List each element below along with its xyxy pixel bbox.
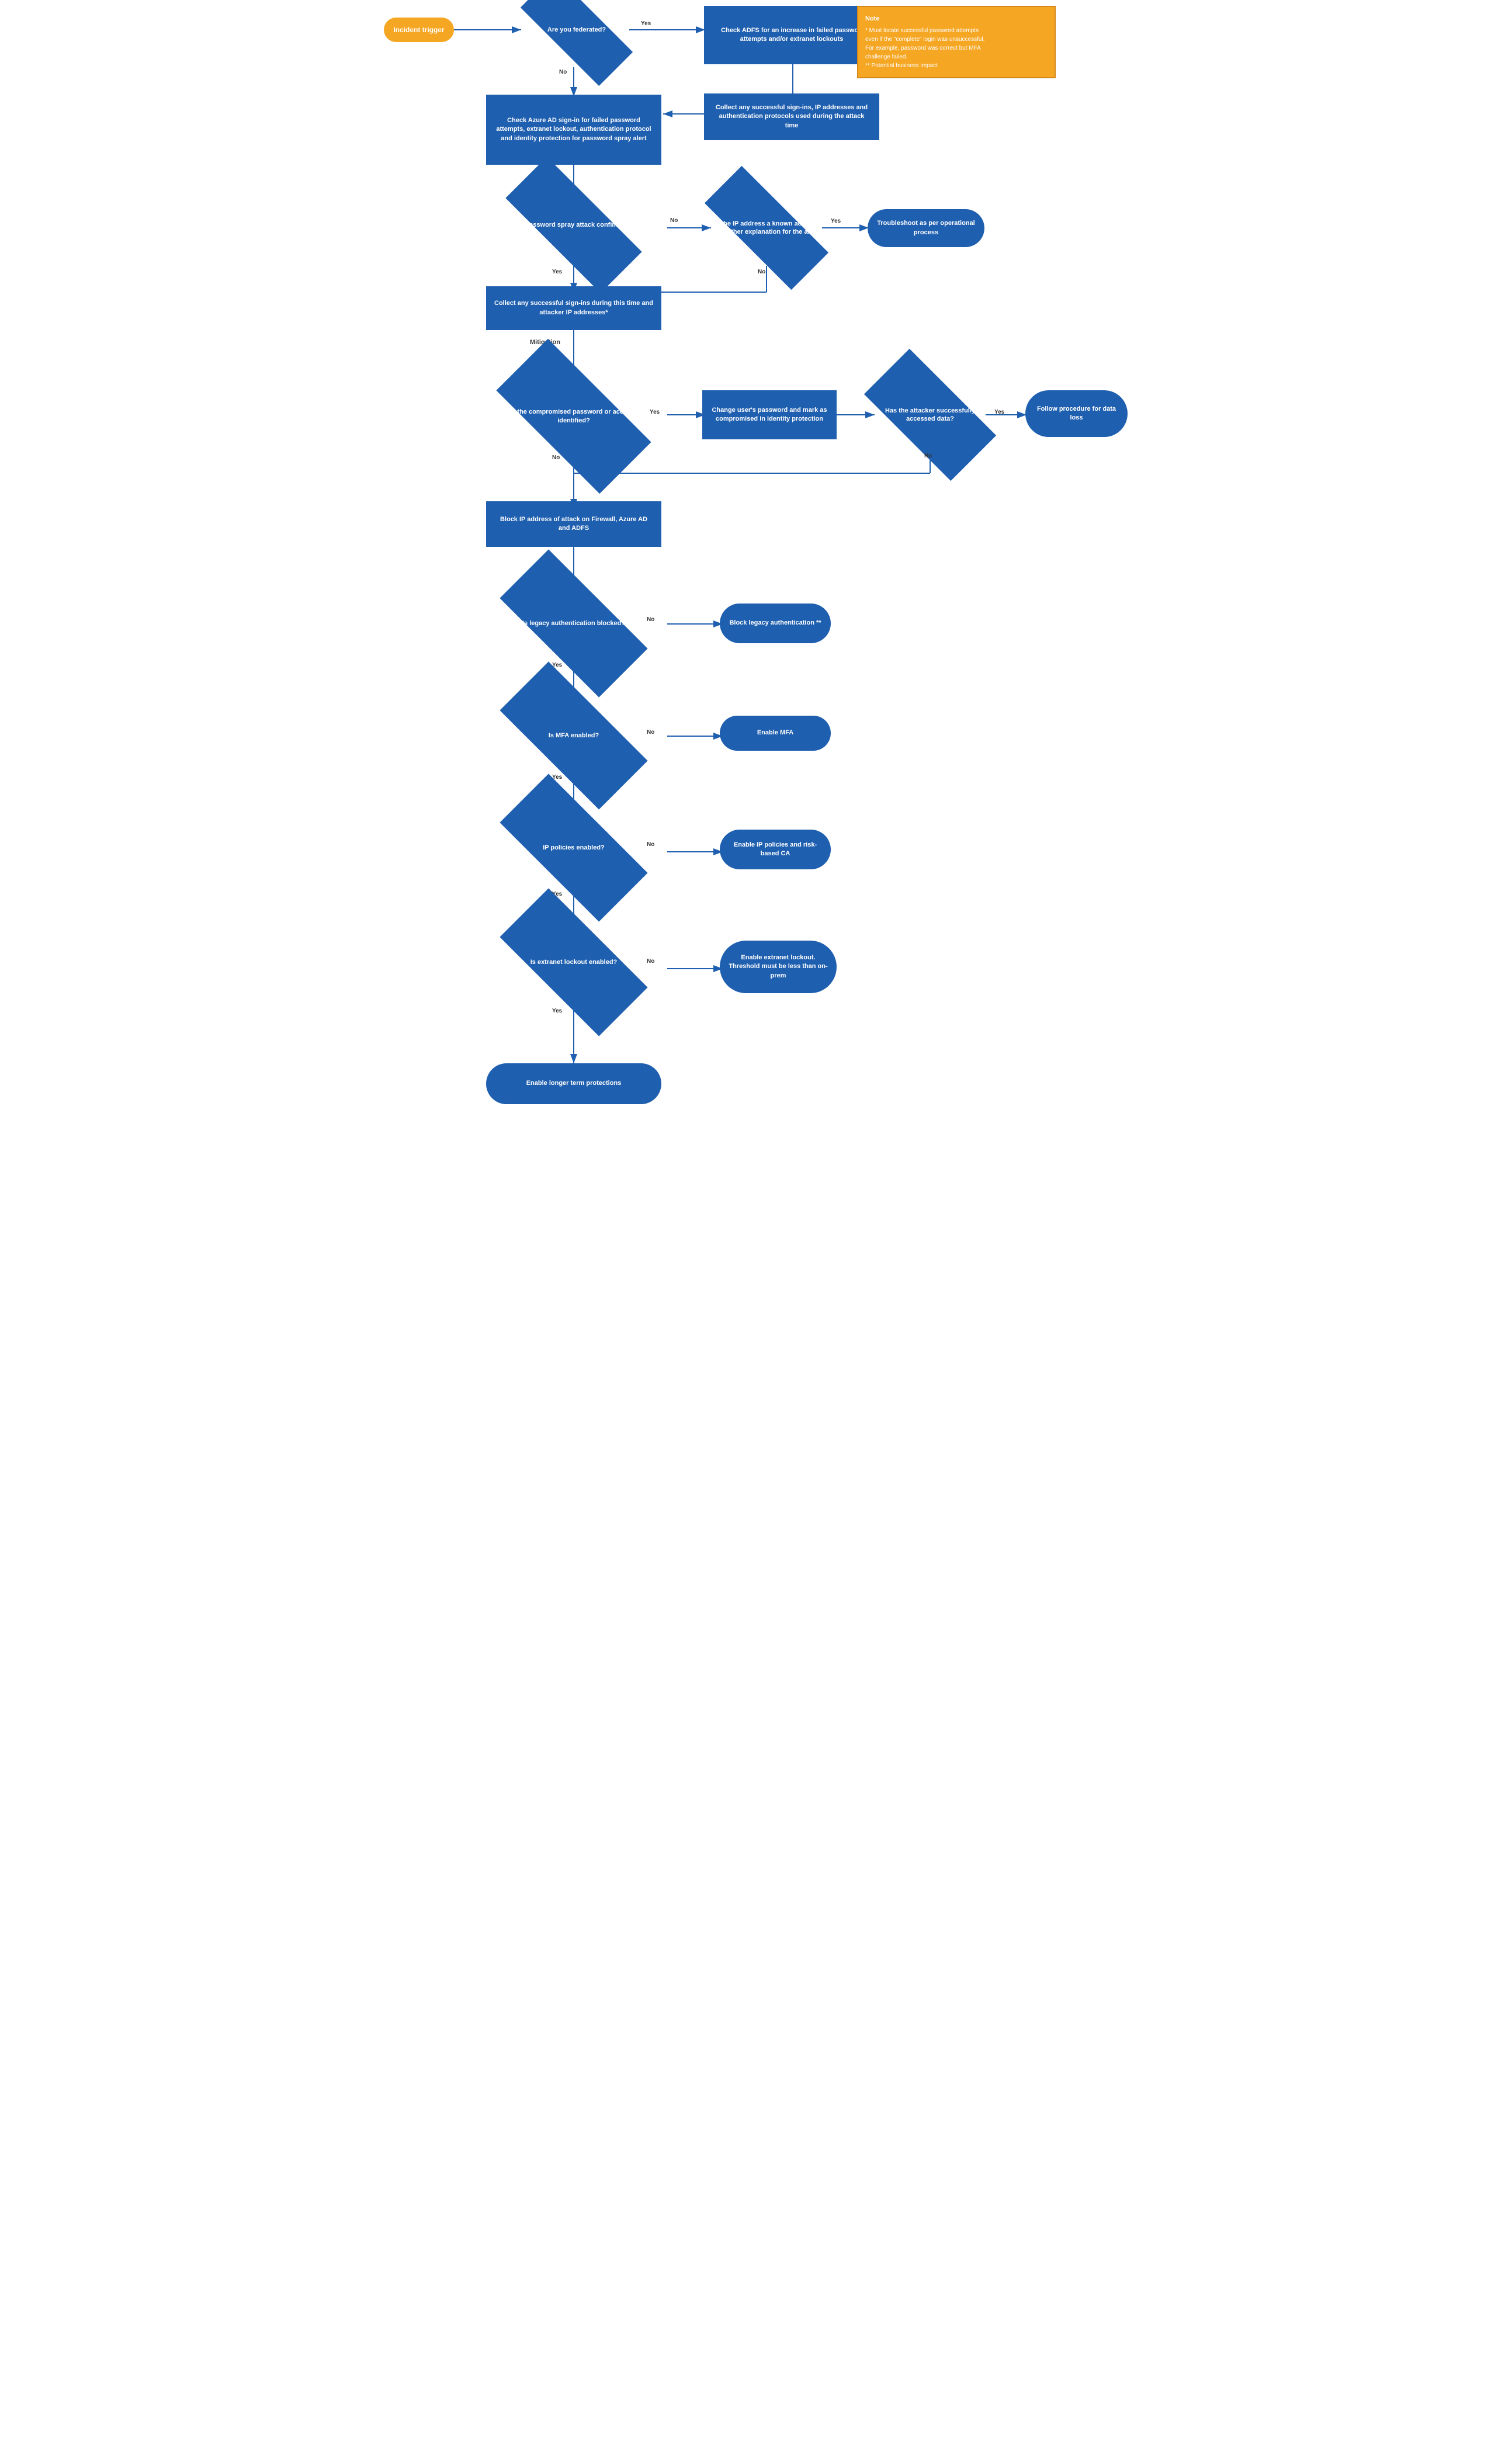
collect-attacker-label: Collect any successful sign-ins during t… [494, 299, 653, 317]
no-label-compromised: No [552, 455, 560, 461]
follow-procedure-oval: Follow procedure for data loss [1025, 390, 1128, 437]
mfa-diamond: Is MFA enabled? [504, 701, 644, 770]
extranet-label: Is extranet lockout enabled? [525, 958, 623, 966]
ip-known-diamond: Is the IP address a known address or ano… [705, 202, 828, 254]
enable-extranet-oval: Enable extranet lockout. Threshold must … [720, 941, 837, 993]
yes-label-ip: Yes [831, 218, 841, 224]
change-password-label: Change user's password and mark as compr… [710, 406, 828, 424]
enable-ip-oval: Enable IP policies and risk-based CA [720, 830, 831, 869]
no-label-ip: No [758, 269, 765, 275]
no-label-federated: No [559, 69, 567, 75]
block-ip-box: Block IP address of attack on Firewall, … [486, 501, 661, 547]
legacy-label: Is legacy authentication blocked? [516, 619, 631, 627]
note-content: * Must locate successful password attemp… [865, 26, 1048, 70]
legacy-diamond: Is legacy authentication blocked? [504, 589, 644, 658]
check-azure-label: Check Azure AD sign-in for failed passwo… [494, 116, 653, 143]
note-title: Note [865, 14, 1048, 24]
attacker-data-diamond: Has the attacker successfully accessed d… [869, 383, 991, 447]
follow-procedure-label: Follow procedure for data loss [1034, 405, 1119, 423]
federated-diamond-bg [521, 0, 633, 86]
extranet-diamond: Is extranet lockout enabled? [504, 928, 644, 997]
mfa-label: Is MFA enabled? [543, 731, 605, 740]
no-label-spray: No [670, 217, 678, 224]
yes-label-spray: Yes [552, 269, 562, 275]
ip-known-label: Is the IP address a known address or ano… [705, 220, 828, 237]
no-label-mfa: No [647, 729, 654, 736]
password-spray-label: Is password spray attack confimed? [512, 221, 635, 229]
enable-mfa-oval: Enable MFA [720, 716, 831, 751]
enable-ip-label: Enable IP policies and risk-based CA [728, 841, 823, 859]
block-legacy-label: Block legacy authentication ** [729, 619, 821, 627]
troubleshoot-oval: Troubleshoot as per operational process [868, 209, 984, 247]
no-label-legacy: No [647, 616, 654, 623]
troubleshoot-label: Troubleshoot as per operational process [876, 219, 976, 237]
check-adfs-box: Check ADFS for an increase in failed pas… [704, 6, 879, 64]
federated-diamond: Are you federated? [521, 6, 632, 54]
federated-label: Are you federated? [542, 26, 612, 34]
note-box: Note * Must locate successful password a… [857, 6, 1056, 78]
collect-attacker-box: Collect any successful sign-ins during t… [486, 286, 661, 330]
compromised-label: Is the compromised password or account i… [501, 408, 647, 425]
change-password-box: Change user's password and mark as compr… [702, 390, 837, 439]
collect-signins-box: Collect any successful sign-ins, IP addr… [704, 93, 879, 140]
compromised-diamond: Is the compromised password or account i… [501, 380, 647, 453]
check-adfs-label: Check ADFS for an increase in failed pas… [712, 26, 871, 44]
no-label-attacker: No [924, 453, 932, 459]
ip-policies-diamond: IP policies enabled? [504, 813, 644, 882]
check-azure-box: Check Azure AD sign-in for failed passwo… [486, 95, 661, 165]
trigger-label: Incident trigger [393, 25, 444, 35]
yes-label-federated: Yes [641, 20, 651, 27]
password-spray-diamond: Is password spray attack confimed? [507, 196, 641, 254]
enable-longer-label: Enable longer term protections [526, 1079, 622, 1088]
yes-label-attacker: Yes [994, 409, 1004, 415]
enable-extranet-label: Enable extranet lockout. Threshold must … [728, 953, 828, 980]
block-ip-label: Block IP address of attack on Firewall, … [494, 515, 653, 533]
no-label-ip-policies: No [647, 841, 654, 848]
ip-policies-label: IP policies enabled? [537, 844, 611, 852]
flowchart-canvas: Incident trigger Are you federated? Yes … [378, 0, 1134, 1222]
enable-longer-oval: Enable longer term protections [486, 1063, 661, 1104]
block-legacy-oval: Block legacy authentication ** [720, 604, 831, 643]
attacker-data-label: Has the attacker successfully accessed d… [869, 407, 991, 424]
yes-label-compromised: Yes [650, 409, 660, 415]
no-label-extranet: No [647, 958, 654, 965]
trigger-oval: Incident trigger [384, 18, 454, 42]
enable-mfa-label: Enable MFA [757, 729, 793, 737]
yes-label-extranet: Yes [552, 1008, 562, 1014]
collect-signins-label: Collect any successful sign-ins, IP addr… [712, 103, 871, 130]
